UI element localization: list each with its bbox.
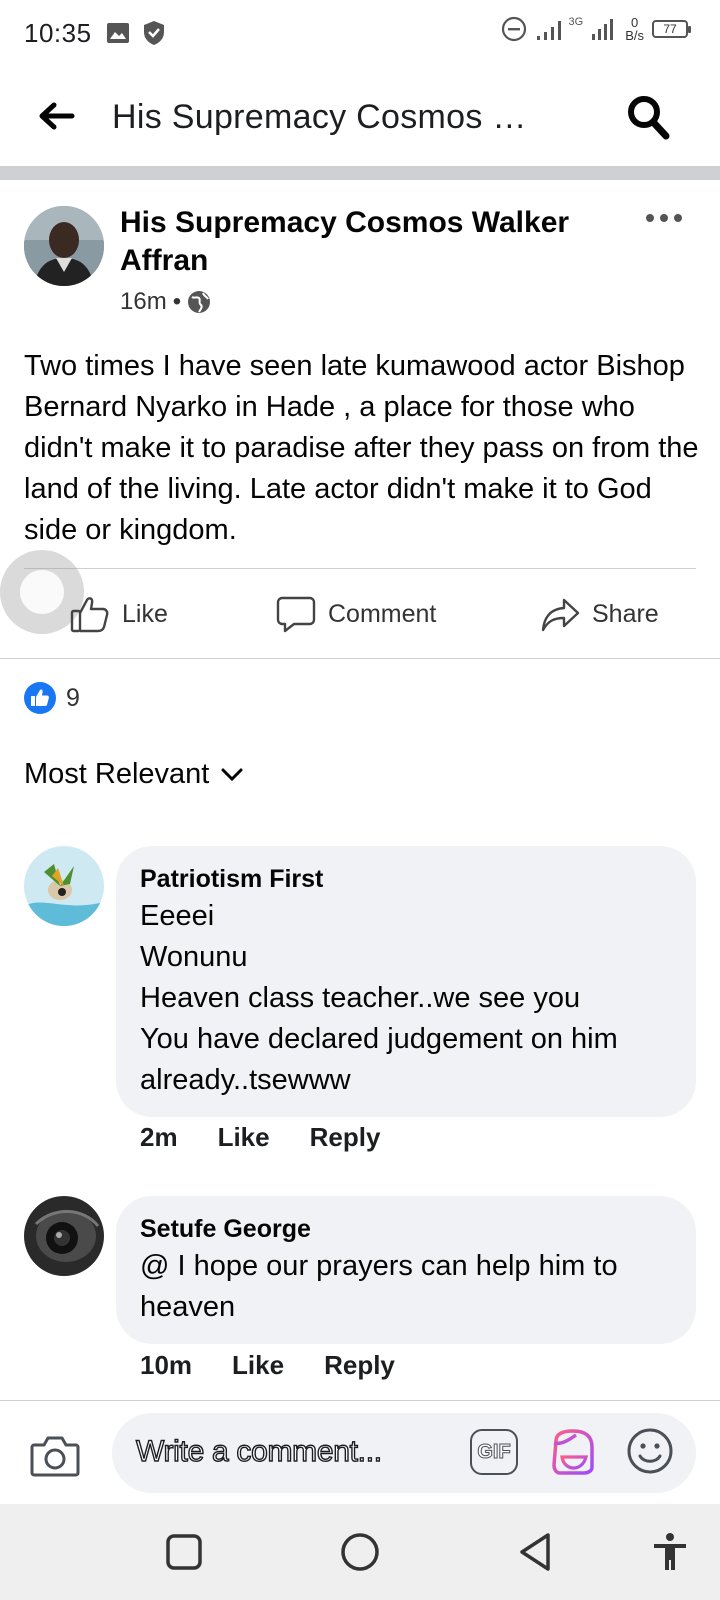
reaction-summary[interactable]: 9 xyxy=(24,682,80,714)
avatar-sticker-icon[interactable] xyxy=(548,1427,598,1477)
share-arrow-icon xyxy=(541,598,580,632)
comment-reply-button[interactable]: Reply xyxy=(310,1122,381,1153)
post-body: Two times I have seen late kumawood acto… xyxy=(24,350,699,546)
comment-text: @ I hope our prayers can help him to hea… xyxy=(140,1250,618,1323)
comment-text: Eeeei Wonunu Heaven class teacher..we se… xyxy=(140,900,618,1096)
recent-apps-icon[interactable] xyxy=(162,1530,206,1574)
comment-bubble[interactable]: Setufe George @ I hope our prayers can h… xyxy=(116,1196,696,1344)
comment-reply-button[interactable]: Reply xyxy=(324,1350,395,1381)
like-label: Like xyxy=(122,599,168,628)
post-actions: Like Comment Share xyxy=(0,584,720,644)
comment-author[interactable]: Patriotism First xyxy=(140,862,672,896)
meta-separator: • xyxy=(172,288,182,315)
comment-author[interactable]: Setufe George xyxy=(140,1212,672,1246)
comment-bubble[interactable]: Patriotism First Eeeei Wonunu Heaven cla… xyxy=(116,846,696,1117)
network-type-label: 3G xyxy=(568,16,584,28)
comment-button[interactable]: Comment xyxy=(276,584,436,644)
header-divider xyxy=(0,166,720,180)
post-meta: 16m • xyxy=(120,288,211,316)
comment-sort-dropdown[interactable]: Most Relevant xyxy=(24,758,243,791)
back-icon[interactable] xyxy=(514,1530,558,1574)
thumbs-up-icon xyxy=(70,597,109,633)
comment-input-placeholder: Write a comment... xyxy=(135,1434,382,1468)
emoji-icon[interactable] xyxy=(626,1427,674,1475)
network-speed: 0 B/s xyxy=(625,15,644,43)
post-author-avatar[interactable] xyxy=(24,206,104,286)
share-label: Share xyxy=(592,599,659,628)
comment-composer: Write a comment... GIF xyxy=(0,1401,720,1503)
signal-icon xyxy=(536,21,561,40)
comment-meta: 10m Like Reply xyxy=(140,1350,395,1381)
app-header: His Supremacy Cosmos Walker Affran xyxy=(0,72,720,164)
page-title: His Supremacy Cosmos Walker Affran xyxy=(112,98,552,136)
camera-icon[interactable] xyxy=(30,1433,80,1477)
comment-timestamp: 2m xyxy=(140,1122,178,1152)
like-reaction-icon xyxy=(24,682,56,714)
search-icon[interactable] xyxy=(626,92,670,140)
battery-indicator: 77 xyxy=(652,20,691,38)
post-author-name[interactable]: His Supremacy Cosmos Walker Affran xyxy=(120,204,620,280)
actions-divider xyxy=(0,658,720,659)
shield-icon xyxy=(143,21,164,45)
back-arrow-icon[interactable] xyxy=(36,96,76,136)
gif-button[interactable]: GIF xyxy=(470,1429,518,1475)
sort-label: Most Relevant xyxy=(24,758,210,790)
accessibility-icon[interactable] xyxy=(648,1530,692,1574)
like-button[interactable]: Like xyxy=(70,584,168,644)
do-not-disturb-icon xyxy=(501,16,526,42)
status-time: 10:35 xyxy=(24,17,92,48)
status-bar: 10:35 3G 0 B/s 77 xyxy=(0,0,720,66)
reaction-count: 9 xyxy=(66,683,80,712)
more-options-icon[interactable] xyxy=(644,206,684,230)
comment-avatar[interactable] xyxy=(24,1196,104,1276)
system-navigation-bar xyxy=(0,1504,720,1600)
comment-timestamp: 10m xyxy=(140,1350,193,1380)
comment-like-button[interactable]: Like xyxy=(232,1350,284,1381)
signal-icon-secondary xyxy=(592,19,614,40)
comment-input[interactable]: Write a comment... GIF xyxy=(112,1413,696,1493)
gallery-notification-icon xyxy=(106,23,129,43)
globe-icon xyxy=(188,291,211,313)
chevron-down-icon xyxy=(221,768,243,781)
speech-bubble-icon xyxy=(276,596,316,633)
share-button[interactable]: Share xyxy=(540,584,659,644)
comment-meta: 2m Like Reply xyxy=(140,1122,380,1153)
home-icon[interactable] xyxy=(338,1530,382,1574)
comment-label: Comment xyxy=(328,599,437,628)
post-timestamp[interactable]: 16m xyxy=(120,288,167,316)
comment-avatar[interactable] xyxy=(24,846,104,926)
post-divider xyxy=(24,568,696,569)
comment-like-button[interactable]: Like xyxy=(218,1122,270,1153)
